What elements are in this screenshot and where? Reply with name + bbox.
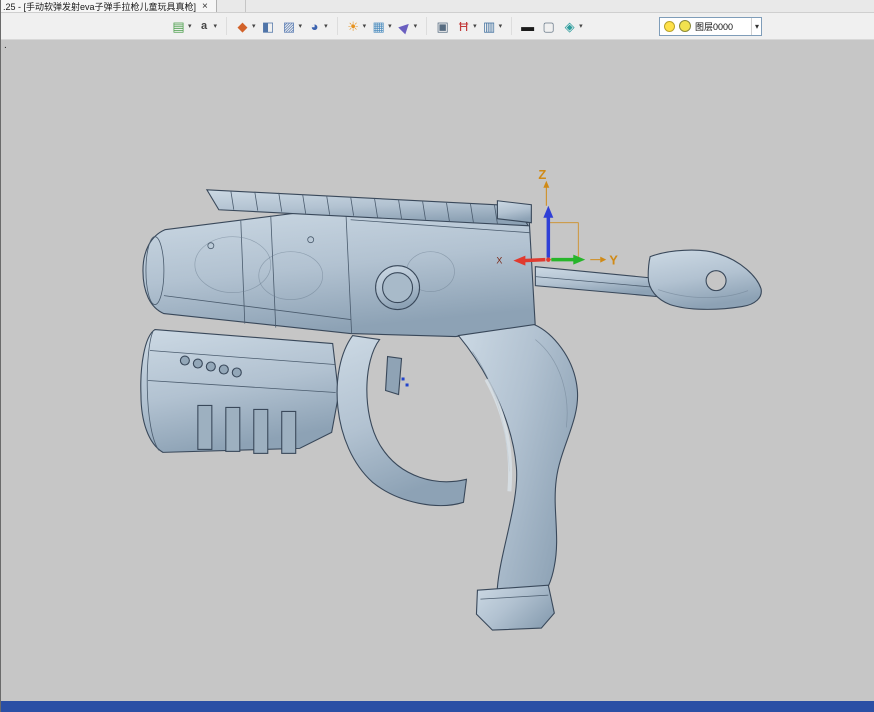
toolbar-group-solid[interactable]: ▨ ▾ [280, 15, 304, 37]
chevron-down-icon[interactable]: ▾ [214, 22, 218, 30]
z-axis-arrowhead [543, 205, 554, 218]
display-icon[interactable]: ▥ [481, 18, 498, 35]
sketch-icon[interactable]: ◆ [234, 18, 251, 35]
toolbar-group-paste[interactable]: ▤ ▾ [169, 15, 193, 37]
frame-icon[interactable]: ▢ [540, 18, 557, 35]
line-width-icon[interactable]: ▬ [519, 18, 536, 35]
chevron-down-icon[interactable]: ▾ [579, 22, 583, 30]
solid-icon[interactable]: ▨ [281, 18, 298, 35]
toolbar-separator [220, 17, 228, 35]
texture-icon[interactable]: ▦ [370, 18, 387, 35]
toolbar-group-sphere[interactable]: ◕ ▾ [305, 15, 329, 37]
snap-marker [405, 383, 409, 387]
gun-stock-bracket[interactable] [647, 249, 762, 310]
chevron-down-icon[interactable]: ▾ [473, 22, 477, 30]
toolbar-group-visibility[interactable]: ◈ ▾ [560, 15, 584, 37]
toolbar-group-frame[interactable]: ▢ [539, 15, 558, 37]
tab-bar: .25 - [手动软弹发射eva子弹手拉枪儿童玩具真枪] × [1, 0, 874, 13]
chevron-down-icon[interactable]: ▾ [499, 22, 503, 30]
toolbar-separator [505, 17, 513, 35]
chevron-down-icon[interactable]: ▾ [299, 22, 303, 30]
pump-rail-slot [225, 406, 241, 452]
combo-dropdown-icon[interactable]: ▾ [750, 17, 759, 35]
extrude-icon[interactable]: ◧ [260, 18, 277, 35]
compass-icon[interactable]: ▶ [392, 14, 416, 38]
visibility-icon[interactable]: ◈ [561, 18, 578, 35]
toolbar-group-window[interactable]: ▣ [433, 15, 452, 37]
close-tab-icon[interactable]: × [200, 1, 210, 12]
dimension-icon[interactable]: Ħ [455, 18, 472, 35]
main-toolbar: ▤ ▾ a ▾ ◆ ▾ ◧ ▨ ▾ ◕ ▾ ☀ ▾ ▦ ▾ ▶ ▾ ▣ Ħ ▾ … [1, 13, 874, 40]
chevron-down-icon[interactable]: ▾ [252, 22, 256, 30]
rear-sight[interactable] [496, 200, 532, 224]
pump-rail-slot [197, 404, 213, 450]
gun-trigger[interactable] [385, 355, 403, 396]
snap-marker [401, 377, 405, 381]
toolbar-group-extrude[interactable]: ◧ [259, 15, 278, 37]
toolbar-group-display[interactable]: ▥ ▾ [480, 15, 504, 37]
receiver-dial-inner [382, 272, 414, 304]
toolbar-group-compass[interactable]: ▶ ▾ [395, 15, 419, 37]
toolbar-separator [420, 17, 428, 35]
y-axis-label: Y [609, 253, 618, 268]
toolbar-group-text-style[interactable]: a ▾ [195, 15, 219, 37]
gun-stock-arm[interactable] [534, 266, 659, 298]
toolbar-group-dimension[interactable]: Ħ ▾ [454, 15, 478, 37]
color-wheel-icon[interactable]: ☀ [345, 18, 362, 35]
axis-widget-box [547, 222, 579, 261]
status-bar [1, 701, 874, 712]
pump-dot [192, 358, 203, 369]
paste-icon[interactable]: ▤ [170, 18, 187, 35]
z-axis-extension-arrowhead [543, 180, 550, 188]
x-axis-label: X [496, 256, 502, 266]
pump-dot [218, 364, 229, 375]
pump-dot [205, 361, 216, 372]
viewport-canvas[interactable]: . Z Y X [1, 40, 874, 701]
pump-rail-slot [281, 410, 297, 454]
toolbar-group-sketch[interactable]: ◆ ▾ [233, 15, 257, 37]
x-axis-arrow[interactable] [523, 257, 546, 263]
y-axis-arrowhead [573, 254, 586, 265]
layer-color-swatch[interactable] [678, 20, 691, 32]
gun-receiver[interactable] [142, 206, 536, 338]
layer-name: 图层0000 [694, 21, 734, 32]
text-style-icon[interactable]: a [196, 18, 213, 35]
pump-dot [179, 355, 190, 366]
toolbar-group-texture[interactable]: ▦ ▾ [369, 15, 393, 37]
toolbar-group-color-wheel[interactable]: ☀ ▾ [344, 15, 368, 37]
pump-dot [231, 367, 242, 378]
chevron-down-icon[interactable]: ▾ [324, 22, 328, 30]
tab-strip-spacer [217, 0, 246, 12]
gun-grip-base[interactable] [475, 584, 555, 631]
gun-model[interactable] [140, 189, 762, 631]
document-tab-title: .25 - [手动软弹发射eva子弹手拉枪儿童玩具真枪] [3, 1, 197, 12]
axis-origin-dot [546, 257, 551, 262]
stock-bracket-hole [705, 270, 727, 292]
window-icon[interactable]: ▣ [434, 18, 451, 35]
sphere-icon[interactable]: ◕ [306, 18, 323, 35]
viewport-3d-scene[interactable]: Z Y X [1, 40, 874, 701]
layer-combobox[interactable]: 图层0000 ▾ [658, 16, 762, 36]
toolbar-separator [331, 17, 338, 35]
z-axis-label: Z [538, 167, 546, 182]
chevron-down-icon[interactable]: ▾ [188, 22, 192, 30]
toolbar-group-line-width[interactable]: ▬ [518, 15, 537, 37]
app-window: .25 - [手动软弹发射eva子弹手拉枪儿童玩具真枪] × ▤ ▾ a ▾ ◆… [0, 0, 874, 712]
y-axis-extension-arrowhead [600, 256, 607, 263]
pump-rail-slot [253, 408, 269, 454]
chevron-down-icon[interactable]: ▾ [363, 22, 367, 30]
gun-grip[interactable] [457, 324, 579, 617]
document-tab[interactable]: .25 - [手动软弹发射eva子弹手拉枪儿童玩具真枪] × [1, 0, 217, 12]
lightbulb-icon[interactable] [663, 20, 675, 32]
